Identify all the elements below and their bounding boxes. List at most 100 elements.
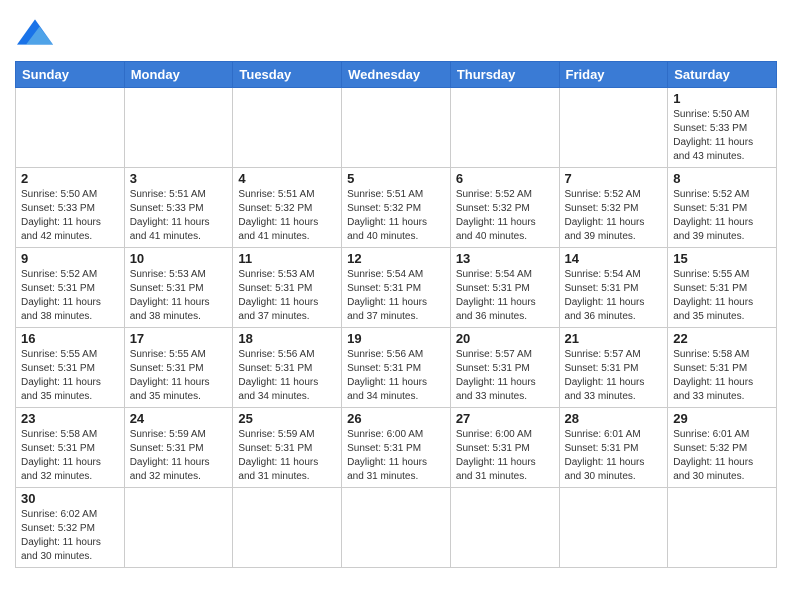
calendar-cell <box>124 488 233 568</box>
calendar-cell <box>342 488 451 568</box>
day-info: Sunrise: 5:56 AM Sunset: 5:31 PM Dayligh… <box>347 348 445 404</box>
calendar-cell: 18 Sunrise: 5:56 AM Sunset: 5:31 PM Dayli… <box>233 328 342 408</box>
logo <box>15 14 53 55</box>
calendar-cell <box>559 88 668 168</box>
calendar-cell: 8 Sunrise: 5:52 AM Sunset: 5:31 PM Daylig… <box>668 168 777 248</box>
day-info: Sunrise: 5:55 AM Sunset: 5:31 PM Dayligh… <box>21 348 119 404</box>
calendar-cell: 21 Sunrise: 5:57 AM Sunset: 5:31 PM Dayli… <box>559 328 668 408</box>
week-row-3: 16 Sunrise: 5:55 AM Sunset: 5:31 PM Dayli… <box>16 328 777 408</box>
week-row-2: 9 Sunrise: 5:52 AM Sunset: 5:31 PM Daylig… <box>16 248 777 328</box>
day-number: 15 <box>673 251 771 266</box>
day-number: 8 <box>673 171 771 186</box>
day-info: Sunrise: 5:51 AM Sunset: 5:33 PM Dayligh… <box>130 188 228 244</box>
day-info: Sunrise: 5:59 AM Sunset: 5:31 PM Dayligh… <box>130 428 228 484</box>
day-number: 9 <box>21 251 119 266</box>
day-info: Sunrise: 5:57 AM Sunset: 5:31 PM Dayligh… <box>456 348 554 404</box>
day-number: 16 <box>21 331 119 346</box>
day-info: Sunrise: 5:57 AM Sunset: 5:31 PM Dayligh… <box>565 348 663 404</box>
day-number: 7 <box>565 171 663 186</box>
day-info: Sunrise: 5:54 AM Sunset: 5:31 PM Dayligh… <box>565 268 663 324</box>
page: SundayMondayTuesdayWednesdayThursdayFrid… <box>0 0 792 578</box>
calendar-cell <box>450 488 559 568</box>
calendar-cell: 3Sunrise: 5:51 AM Sunset: 5:33 PM Daylig… <box>124 168 233 248</box>
calendar-cell: 13Sunrise: 5:54 AM Sunset: 5:31 PM Dayli… <box>450 248 559 328</box>
day-number: 20 <box>456 331 554 346</box>
day-header-monday: Monday <box>124 62 233 88</box>
day-number: 19 <box>347 331 445 346</box>
day-number: 30 <box>21 491 119 506</box>
day-header-tuesday: Tuesday <box>233 62 342 88</box>
day-number: 2 <box>21 171 119 186</box>
day-number: 25 <box>238 411 336 426</box>
calendar-cell <box>16 88 125 168</box>
calendar-cell <box>233 488 342 568</box>
calendar-cell: 9 Sunrise: 5:52 AM Sunset: 5:31 PM Daylig… <box>16 248 125 328</box>
calendar-cell: 1 Sunrise: 5:50 AM Sunset: 5:33 PM Daylig… <box>668 88 777 168</box>
week-row-5: 30 Sunrise: 6:02 AM Sunset: 5:32 PM Dayli… <box>16 488 777 568</box>
calendar-cell: 10 Sunrise: 5:53 AM Sunset: 5:31 PM Dayli… <box>124 248 233 328</box>
calendar-cell <box>450 88 559 168</box>
calendar-cell <box>233 88 342 168</box>
day-info: Sunrise: 6:01 AM Sunset: 5:31 PM Dayligh… <box>565 428 663 484</box>
day-number: 22 <box>673 331 771 346</box>
week-row-1: 2Sunrise: 5:50 AM Sunset: 5:33 PM Daylig… <box>16 168 777 248</box>
header-row: SundayMondayTuesdayWednesdayThursdayFrid… <box>16 62 777 88</box>
calendar-cell: 20 Sunrise: 5:57 AM Sunset: 5:31 PM Dayli… <box>450 328 559 408</box>
calendar-cell <box>342 88 451 168</box>
calendar-cell: 17 Sunrise: 5:55 AM Sunset: 5:31 PM Dayli… <box>124 328 233 408</box>
day-header-thursday: Thursday <box>450 62 559 88</box>
week-row-4: 23 Sunrise: 5:58 AM Sunset: 5:31 PM Dayli… <box>16 408 777 488</box>
day-info: Sunrise: 6:00 AM Sunset: 5:31 PM Dayligh… <box>347 428 445 484</box>
calendar-cell: 30 Sunrise: 6:02 AM Sunset: 5:32 PM Dayli… <box>16 488 125 568</box>
day-number: 18 <box>238 331 336 346</box>
week-row-0: 1 Sunrise: 5:50 AM Sunset: 5:33 PM Daylig… <box>16 88 777 168</box>
day-info: Sunrise: 5:56 AM Sunset: 5:31 PM Dayligh… <box>238 348 336 404</box>
day-info: Sunrise: 5:52 AM Sunset: 5:31 PM Dayligh… <box>673 188 771 244</box>
day-info: Sunrise: 6:02 AM Sunset: 5:32 PM Dayligh… <box>21 508 119 564</box>
day-info: Sunrise: 5:52 AM Sunset: 5:32 PM Dayligh… <box>456 188 554 244</box>
day-number: 10 <box>130 251 228 266</box>
day-info: Sunrise: 6:01 AM Sunset: 5:32 PM Dayligh… <box>673 428 771 484</box>
day-info: Sunrise: 5:54 AM Sunset: 5:31 PM Dayligh… <box>456 268 554 324</box>
day-number: 12 <box>347 251 445 266</box>
calendar-cell: 27Sunrise: 6:00 AM Sunset: 5:31 PM Dayli… <box>450 408 559 488</box>
calendar-cell: 23 Sunrise: 5:58 AM Sunset: 5:31 PM Dayli… <box>16 408 125 488</box>
logo-icon <box>17 14 53 50</box>
day-header-wednesday: Wednesday <box>342 62 451 88</box>
day-header-saturday: Saturday <box>668 62 777 88</box>
day-number: 21 <box>565 331 663 346</box>
calendar-cell: 5 Sunrise: 5:51 AM Sunset: 5:32 PM Daylig… <box>342 168 451 248</box>
calendar-cell: 29Sunrise: 6:01 AM Sunset: 5:32 PM Dayli… <box>668 408 777 488</box>
day-info: Sunrise: 5:51 AM Sunset: 5:32 PM Dayligh… <box>347 188 445 244</box>
day-number: 5 <box>347 171 445 186</box>
calendar-cell: 11Sunrise: 5:53 AM Sunset: 5:31 PM Dayli… <box>233 248 342 328</box>
day-info: Sunrise: 5:50 AM Sunset: 5:33 PM Dayligh… <box>673 108 771 164</box>
calendar-cell: 22 Sunrise: 5:58 AM Sunset: 5:31 PM Dayli… <box>668 328 777 408</box>
day-number: 4 <box>238 171 336 186</box>
day-number: 14 <box>565 251 663 266</box>
calendar-cell: 24 Sunrise: 5:59 AM Sunset: 5:31 PM Dayli… <box>124 408 233 488</box>
day-info: Sunrise: 5:53 AM Sunset: 5:31 PM Dayligh… <box>130 268 228 324</box>
day-number: 17 <box>130 331 228 346</box>
day-info: Sunrise: 5:55 AM Sunset: 5:31 PM Dayligh… <box>130 348 228 404</box>
calendar-cell: 28Sunrise: 6:01 AM Sunset: 5:31 PM Dayli… <box>559 408 668 488</box>
day-info: Sunrise: 5:52 AM Sunset: 5:32 PM Dayligh… <box>565 188 663 244</box>
calendar-cell: 25 Sunrise: 5:59 AM Sunset: 5:31 PM Dayli… <box>233 408 342 488</box>
calendar-cell: 19 Sunrise: 5:56 AM Sunset: 5:31 PM Dayli… <box>342 328 451 408</box>
day-info: Sunrise: 5:51 AM Sunset: 5:32 PM Dayligh… <box>238 188 336 244</box>
calendar-cell: 7 Sunrise: 5:52 AM Sunset: 5:32 PM Daylig… <box>559 168 668 248</box>
calendar-cell <box>124 88 233 168</box>
calendar-cell <box>668 488 777 568</box>
day-number: 24 <box>130 411 228 426</box>
day-info: Sunrise: 6:00 AM Sunset: 5:31 PM Dayligh… <box>456 428 554 484</box>
day-info: Sunrise: 5:52 AM Sunset: 5:31 PM Dayligh… <box>21 268 119 324</box>
day-info: Sunrise: 5:54 AM Sunset: 5:31 PM Dayligh… <box>347 268 445 324</box>
day-info: Sunrise: 5:59 AM Sunset: 5:31 PM Dayligh… <box>238 428 336 484</box>
day-number: 1 <box>673 91 771 106</box>
calendar-cell: 12 Sunrise: 5:54 AM Sunset: 5:31 PM Dayli… <box>342 248 451 328</box>
day-info: Sunrise: 5:58 AM Sunset: 5:31 PM Dayligh… <box>673 348 771 404</box>
day-info: Sunrise: 5:58 AM Sunset: 5:31 PM Dayligh… <box>21 428 119 484</box>
calendar-cell: 15Sunrise: 5:55 AM Sunset: 5:31 PM Dayli… <box>668 248 777 328</box>
day-number: 23 <box>21 411 119 426</box>
calendar-cell: 4 Sunrise: 5:51 AM Sunset: 5:32 PM Daylig… <box>233 168 342 248</box>
